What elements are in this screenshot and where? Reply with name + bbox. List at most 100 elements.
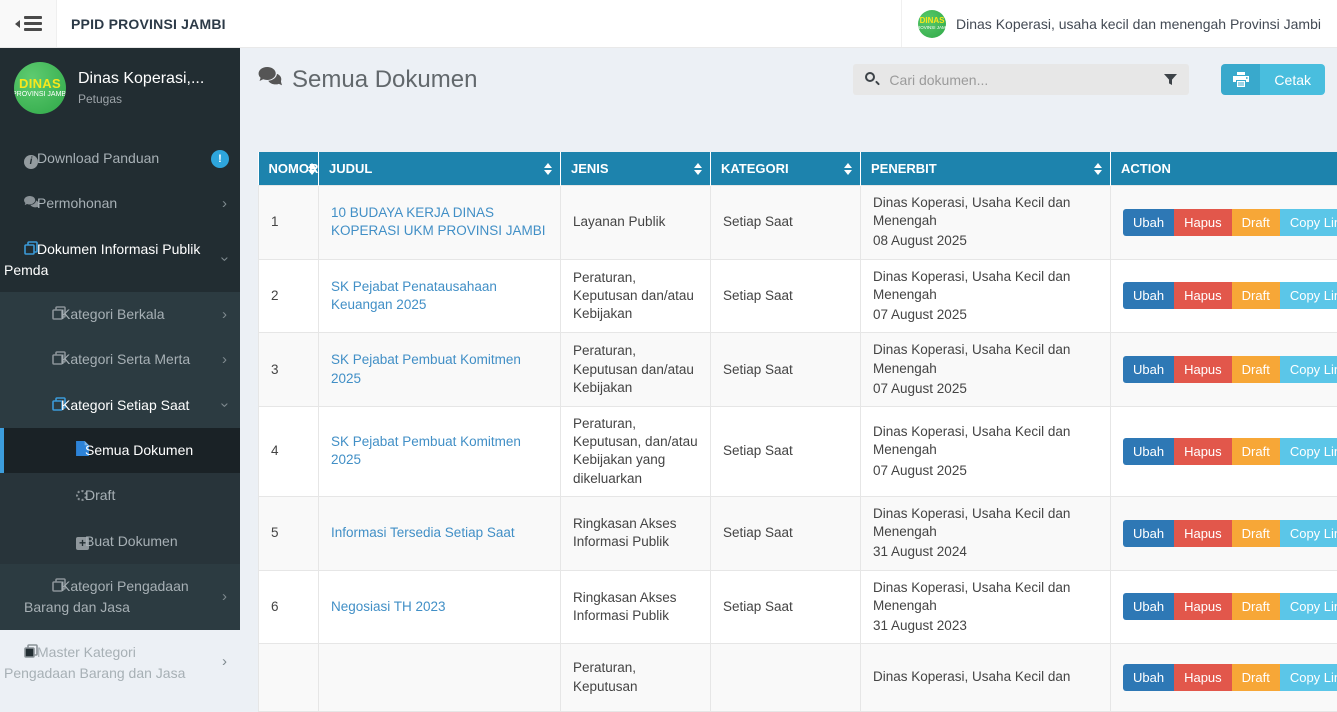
action-button-group: Ubah Hapus Draft Copy Link [1123,209,1337,236]
column-header-jenis[interactable]: JENIS [561,152,711,186]
cell-kategori: Setiap Saat [711,259,861,333]
penerbit-name: Dinas Koperasi, Usaha Kecil dan Menengah [873,423,1098,459]
document-title-link[interactable]: SK Pejabat Penatausahaan Keuangan 2025 [331,279,497,312]
cell-kategori [711,644,861,712]
column-header-judul[interactable]: JUDUL [319,152,561,186]
hapus-button[interactable]: Hapus [1174,356,1232,383]
sidebar-item-kategori-setiap-saat[interactable]: Kategori Setiap Saat › [0,383,240,428]
cell-action: Ubah Hapus Draft Copy Link [1111,644,1337,712]
sidebar-item-draft[interactable]: Draft [0,473,240,518]
cell-penerbit: Dinas Koperasi, Usaha Kecil dan Menengah… [861,570,1111,644]
copy-link-button[interactable]: Copy Link [1280,593,1337,620]
column-header-penerbit[interactable]: PENERBIT [861,152,1111,186]
document-title-link[interactable]: Negosiasi TH 2023 [331,599,446,614]
ubah-button[interactable]: Ubah [1123,438,1174,465]
chevron-down-icon: › [216,403,234,408]
sort-icon[interactable] [844,163,852,175]
sidebar-item-kategori-berkala[interactable]: Kategori Berkala › [0,292,240,337]
action-button-group: Ubah Hapus Draft Copy Link [1123,593,1337,620]
penerbit-name: Dinas Koperasi, Usaha Kecil dan Menengah [873,194,1098,230]
copy-link-button[interactable]: Copy Link [1280,664,1337,691]
org-account-area[interactable]: DINASPROVINSI JAMBI Dinas Koperasi, usah… [901,0,1337,47]
draft-button[interactable]: Draft [1232,209,1280,236]
cell-nomor: 2 [259,259,319,333]
sidebar-item-permohonan[interactable]: Permohonan › [0,181,240,226]
column-header-nomor[interactable]: NOMOR [259,152,319,186]
draft-button[interactable]: Draft [1232,664,1280,691]
top-navbar: PPID PROVINSI JAMBI DINASPROVINSI JAMBI … [0,0,1337,48]
sort-icon[interactable] [308,163,316,175]
penerbit-name: Dinas Koperasi, Usaha Kecil dan Menengah [873,505,1098,541]
hapus-button[interactable]: Hapus [1174,664,1232,691]
cell-judul: Informasi Tersedia Setiap Saat [319,496,561,570]
filter-icon[interactable] [1164,73,1177,91]
action-button-group: Ubah Hapus Draft Copy Link [1123,520,1337,547]
hapus-button[interactable]: Hapus [1174,209,1232,236]
sidebar-item-kategori-serta-merta[interactable]: Kategori Serta Merta › [0,337,240,382]
draft-button[interactable]: Draft [1232,438,1280,465]
sort-icon[interactable] [1094,163,1102,175]
copy-icon [38,305,54,325]
hapus-button[interactable]: Hapus [1174,282,1232,309]
cell-action: Ubah Hapus Draft Copy Link [1111,186,1337,260]
penerbit-name: Dinas Koperasi, Usaha Kecil dan Menengah [873,579,1098,615]
search-box [853,64,1189,95]
cell-judul: SK Pejabat Pembuat Komitmen 2025 [319,406,561,496]
search-input[interactable] [889,64,1139,95]
hapus-button[interactable]: Hapus [1174,438,1232,465]
draft-button[interactable]: Draft [1232,282,1280,309]
ubah-button[interactable]: Ubah [1123,356,1174,383]
copy-icon [38,396,54,416]
table-row: 3 SK Pejabat Pembuat Komitmen 2025 Perat… [259,333,1337,407]
hamburger-icon [15,16,42,31]
penerbit-date: 31 August 2024 [873,543,1098,561]
ubah-button[interactable]: Ubah [1123,664,1174,691]
hapus-button[interactable]: Hapus [1174,593,1232,620]
draft-button[interactable]: Draft [1232,356,1280,383]
sidebar-item-kategori-pengadaan-barang-jasa[interactable]: Kategori Pengadaan Barang dan Jasa › [0,564,240,630]
copy-link-button[interactable]: Copy Link [1280,209,1337,236]
ubah-button[interactable]: Ubah [1123,593,1174,620]
sidebar-item-dokumen-informasi-publik-pemda[interactable]: Dokumen Informasi Publik Pemda › [0,227,240,293]
sort-icon[interactable] [544,163,552,175]
table-header-row: NOMOR JUDUL JENIS KATEGORI PENERBIT ACTI… [259,152,1337,186]
cell-judul: SK Pejabat Penatausahaan Keuangan 2025 [319,259,561,333]
ubah-button[interactable]: Ubah [1123,282,1174,309]
cell-jenis: Layanan Publik [561,186,711,260]
document-title-link[interactable]: SK Pejabat Pembuat Komitmen 2025 [331,434,521,467]
cell-jenis: Peraturan, Keputusan dan/atau Kebijakan [561,259,711,333]
document-title-link[interactable]: 10 BUDAYA KERJA DINAS KOPERASI UKM PROVI… [331,205,546,238]
document-title-link[interactable]: SK Pejabat Pembuat Komitmen 2025 [331,352,521,385]
draft-button[interactable]: Draft [1232,520,1280,547]
copy-icon [14,240,30,260]
document-title-link[interactable]: Informasi Tersedia Setiap Saat [331,525,515,540]
copy-link-button[interactable]: Copy Link [1280,282,1337,309]
cell-penerbit: Dinas Koperasi, Usaha Kecil dan Menengah… [861,406,1111,496]
cell-jenis: Ringkasan Akses Informasi Publik [561,496,711,570]
table-row: 1 10 BUDAYA KERJA DINAS KOPERASI UKM PRO… [259,186,1337,260]
sidebar-toggle-button[interactable] [0,0,57,47]
copy-link-button[interactable]: Copy Link [1280,520,1337,547]
penerbit-name: Dinas Koperasi, Usaha Kecil dan Menengah [873,341,1098,377]
sidebar-item-buat-dokumen[interactable]: +Buat Dokumen [0,519,240,564]
org-logo-icon: DINASPROVINSI JAMBI [918,10,946,38]
table-row: 6 Negosiasi TH 2023 Ringkasan Akses Info… [259,570,1337,644]
copy-link-button[interactable]: Copy Link [1280,438,1337,465]
sidebar-item-download-panduan[interactable]: iDownload Panduan ! [0,136,240,181]
app-brand[interactable]: PPID PROVINSI JAMBI [57,0,226,47]
action-button-group: Ubah Hapus Draft Copy Link [1123,282,1337,309]
table-row: 4 SK Pejabat Pembuat Komitmen 2025 Perat… [259,406,1337,496]
column-header-kategori[interactable]: KATEGORI [711,152,861,186]
sidebar-item-semua-dokumen[interactable]: Semua Dokumen [0,428,240,473]
hapus-button[interactable]: Hapus [1174,520,1232,547]
sort-icon[interactable] [694,163,702,175]
cell-judul: SK Pejabat Pembuat Komitmen 2025 [319,333,561,407]
cell-penerbit: Dinas Koperasi, Usaha Kecil dan [861,644,1111,712]
ubah-button[interactable]: Ubah [1123,209,1174,236]
action-button-group: Ubah Hapus Draft Copy Link [1123,438,1337,465]
copy-link-button[interactable]: Copy Link [1280,356,1337,383]
ubah-button[interactable]: Ubah [1123,520,1174,547]
print-button[interactable]: Cetak [1221,64,1325,95]
draft-button[interactable]: Draft [1232,593,1280,620]
penerbit-date: 08 August 2025 [873,232,1098,250]
